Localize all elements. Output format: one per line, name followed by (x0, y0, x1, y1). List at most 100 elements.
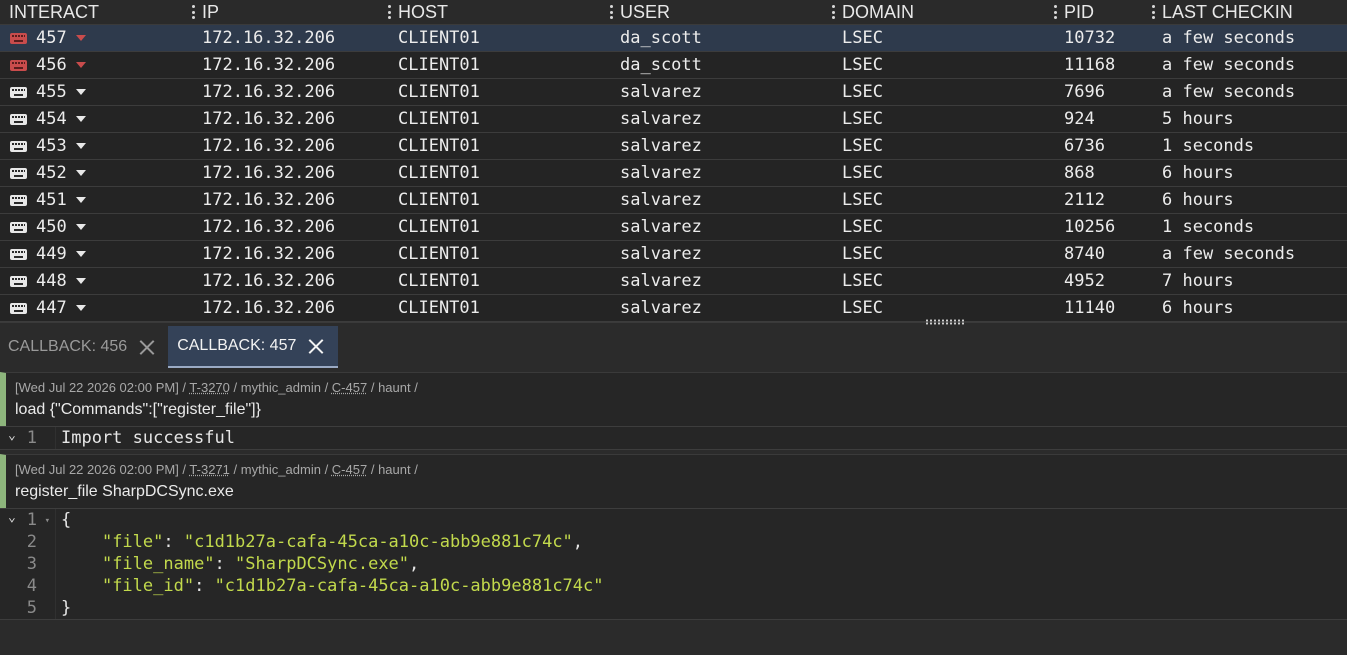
task-meta: [Wed Jul 22 2026 02:00 PM] / T-3270 / my… (15, 380, 1347, 396)
table-row[interactable]: 457 172.16.32.206 CLIENT01 da_scott LSEC 1073… (0, 25, 1347, 52)
interact-cell[interactable]: 455 (0, 79, 193, 105)
separator: / (367, 380, 379, 395)
ip-cell: 172.16.32.206 (202, 190, 336, 210)
interact-cell[interactable]: 449 (0, 241, 193, 267)
chevron-down-icon[interactable] (75, 35, 86, 41)
pid-cell: 10732 (1064, 28, 1116, 48)
interact-cell[interactable]: 456 (0, 52, 193, 78)
keyboard-icon[interactable] (10, 113, 27, 125)
interact-cell[interactable]: 448 (0, 268, 193, 294)
task-command: load {"Commands":["register_file"]} (15, 401, 261, 418)
output-line: 4 "file_id": "c1d1b27a-cafa-45ca-a10c-ab… (0, 575, 1347, 597)
close-icon[interactable] (139, 339, 155, 355)
line-gutter: 2 (0, 531, 56, 553)
interact-cell[interactable]: 451 (0, 187, 193, 213)
keyboard-icon[interactable] (10, 32, 27, 44)
keyboard-icon[interactable] (10, 248, 27, 260)
keyboard-icon[interactable] (10, 140, 27, 152)
keyboard-icon[interactable] (10, 302, 27, 314)
host-cell: CLIENT01 (398, 55, 480, 75)
line-number: 4 (26, 576, 37, 596)
keyboard-icon[interactable] (10, 194, 27, 206)
callback-id-link[interactable]: C-457 (332, 462, 367, 477)
table-row[interactable]: 453 172.16.32.206 CLIENT01 salvarez LSEC 6736… (0, 133, 1347, 160)
interact-cell[interactable]: 457 (0, 25, 193, 51)
column-resize-icon[interactable] (831, 5, 835, 19)
task-id-link[interactable]: T-3271 (189, 462, 229, 477)
chevron-down-icon[interactable] (75, 89, 86, 95)
col-host[interactable]: HOST (387, 0, 611, 24)
chevron-down-icon[interactable] (75, 305, 86, 311)
line-number: 1 (26, 510, 37, 530)
chevron-down-icon[interactable] (75, 116, 86, 122)
fold-caret-icon[interactable]: ▾ (45, 510, 50, 532)
column-resize-icon[interactable] (1053, 5, 1057, 19)
col-domain[interactable]: DOMAIN (831, 0, 1055, 24)
column-resize-icon[interactable] (609, 5, 613, 19)
interact-cell[interactable]: 453 (0, 133, 193, 159)
tab-callback[interactable]: CALLBACK: 456 (0, 326, 163, 368)
line-gutter: ⌄ 1 (0, 427, 56, 449)
keyboard-icon[interactable] (10, 167, 27, 179)
domain-cell: LSEC (842, 271, 883, 291)
col-pid[interactable]: PID (1053, 0, 1153, 24)
chevron-down-icon[interactable] (75, 197, 86, 203)
chevron-down-icon[interactable] (75, 170, 86, 176)
col-interact[interactable]: INTERACT (0, 0, 193, 24)
keyboard-icon[interactable] (10, 275, 27, 287)
chevron-down-icon[interactable] (75, 251, 86, 257)
table-row[interactable]: 454 172.16.32.206 CLIENT01 salvarez LSEC 924 5… (0, 106, 1347, 133)
chevron-down-icon[interactable]: ⌄ (8, 425, 16, 447)
output-text: } (61, 598, 72, 618)
keyboard-icon[interactable] (10, 86, 27, 98)
task-header[interactable]: [Wed Jul 22 2026 02:00 PM] / T-3271 / my… (0, 454, 1347, 508)
last-checkin-cell: 6 hours (1162, 298, 1234, 318)
chevron-down-icon[interactable] (75, 62, 86, 68)
chevron-down-icon[interactable]: ⌄ (8, 507, 16, 529)
keyboard-icon[interactable] (10, 59, 27, 71)
table-row[interactable]: 450 172.16.32.206 CLIENT01 salvarez LSEC 1025… (0, 214, 1347, 241)
separator: / (320, 380, 332, 395)
task-id-link[interactable]: T-3270 (189, 380, 229, 395)
interact-cell[interactable]: 450 (0, 214, 193, 240)
interact-cell[interactable]: 447 (0, 295, 193, 321)
tab-callback[interactable]: CALLBACK: 457 (168, 326, 339, 368)
column-resize-icon[interactable] (1151, 5, 1155, 19)
table-row[interactable]: 448 172.16.32.206 CLIENT01 salvarez LSEC 4952… (0, 268, 1347, 295)
pid-cell: 6736 (1064, 136, 1105, 156)
chevron-down-icon[interactable] (75, 278, 86, 284)
chevron-down-icon[interactable] (75, 143, 86, 149)
table-row[interactable]: 455 172.16.32.206 CLIENT01 salvarez LSEC 7696… (0, 79, 1347, 106)
col-user[interactable]: USER (609, 0, 833, 24)
task-list: [Wed Jul 22 2026 02:00 PM] / T-3270 / my… (0, 368, 1347, 620)
user-cell: da_scott (620, 55, 702, 75)
table-row[interactable]: 456 172.16.32.206 CLIENT01 da_scott LSEC 1116… (0, 52, 1347, 79)
separator: / (229, 380, 241, 395)
col-last-checkin[interactable]: LAST CHECKIN (1151, 0, 1347, 24)
chevron-down-icon[interactable] (75, 224, 86, 230)
col-ip[interactable]: IP (191, 0, 389, 24)
panel-resize-handle[interactable] (925, 319, 965, 325)
col-last-checkin-label: LAST CHECKIN (1162, 2, 1293, 22)
ip-cell: 172.16.32.206 (202, 55, 336, 75)
interact-cell[interactable]: 452 (0, 160, 193, 186)
task-output[interactable]: ⌄ 1 ▾ {2 "file": "c1d1b27a-cafa-45ca-a10c-a… (0, 508, 1347, 620)
task-entry: [Wed Jul 22 2026 02:00 PM] / T-3271 / my… (0, 454, 1347, 620)
callback-id-link[interactable]: C-457 (332, 380, 367, 395)
separator: / (229, 462, 241, 477)
column-resize-icon[interactable] (191, 5, 195, 19)
line-gutter: 5 (0, 597, 56, 619)
col-ip-label: IP (202, 2, 220, 22)
table-row[interactable]: 451 172.16.32.206 CLIENT01 salvarez LSEC 2112… (0, 187, 1347, 214)
table-row[interactable]: 447 172.16.32.206 CLIENT01 salvarez LSEC 1114… (0, 295, 1347, 322)
table-row[interactable]: 449 172.16.32.206 CLIENT01 salvarez LSEC 8740… (0, 241, 1347, 268)
keyboard-icon[interactable] (10, 221, 27, 233)
close-icon[interactable] (308, 338, 324, 354)
col-user-label: USER (620, 2, 671, 22)
output-text: Import successful (61, 428, 235, 448)
task-output[interactable]: ⌄ 1 Import successful (0, 426, 1347, 450)
task-header[interactable]: [Wed Jul 22 2026 02:00 PM] / T-3270 / my… (0, 372, 1347, 426)
column-resize-icon[interactable] (387, 5, 391, 19)
interact-cell[interactable]: 454 (0, 106, 193, 132)
table-row[interactable]: 452 172.16.32.206 CLIENT01 salvarez LSEC 868 6… (0, 160, 1347, 187)
